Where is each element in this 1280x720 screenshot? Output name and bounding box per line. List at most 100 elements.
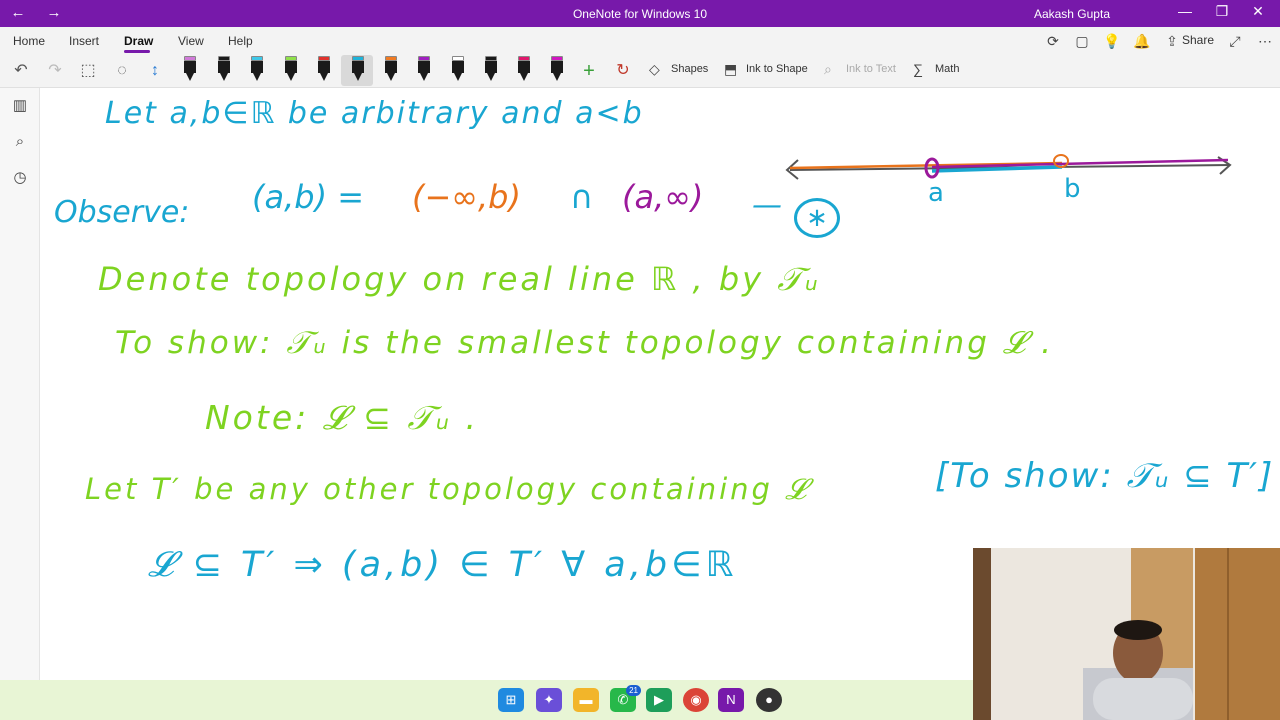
pen-body-icon bbox=[251, 61, 263, 73]
pen-11[interactable] bbox=[516, 56, 532, 82]
add-space-icon[interactable]: ↕ bbox=[143, 60, 167, 82]
pen-tip-icon bbox=[454, 73, 462, 81]
tab-insert[interactable]: Insert bbox=[69, 34, 99, 48]
user-name[interactable]: Aakash Gupta bbox=[1034, 7, 1110, 21]
shapes-icon: ◇ bbox=[649, 61, 660, 77]
webcam-image bbox=[973, 548, 1280, 720]
ink-to-text-button[interactable]: Ink to Text bbox=[846, 63, 896, 75]
restore-button[interactable]: ❐ bbox=[1204, 3, 1240, 20]
share-button[interactable]: Share bbox=[1182, 33, 1214, 47]
file-explorer-icon[interactable]: ▬ bbox=[573, 688, 599, 712]
ink-to-show-bracket: [To show: 𝒯ᵤ ⊆ T′] bbox=[935, 456, 1275, 496]
whatsapp-icon[interactable]: ✆ 21 bbox=[610, 685, 641, 712]
undo-icon[interactable]: ↶ bbox=[9, 60, 33, 82]
obs-icon[interactable]: ● bbox=[756, 688, 782, 712]
active-tab-indicator bbox=[124, 50, 150, 53]
pen-6[interactable] bbox=[350, 56, 366, 82]
pages-icon[interactable]: ▢ bbox=[1071, 31, 1093, 51]
ink-denote: Denote topology on real line ℝ , by 𝒯ᵤ bbox=[98, 260, 821, 298]
pen-tip-icon bbox=[387, 73, 395, 81]
pen-3[interactable] bbox=[249, 56, 265, 82]
onenote-taskbar-icon[interactable]: N bbox=[718, 688, 744, 712]
windows-start-icon[interactable]: ⊞ bbox=[498, 688, 524, 712]
ink-observe-cap: ∩ bbox=[570, 178, 594, 216]
ink-numline-a: a bbox=[928, 178, 944, 208]
pen-body-icon bbox=[518, 61, 530, 73]
ink-observe-a-inf: (a,∞) bbox=[622, 178, 704, 216]
ink-replay-icon[interactable]: ↻ bbox=[611, 60, 635, 82]
sync-icon[interactable]: ⟳ bbox=[1042, 31, 1064, 51]
ink-to-text-icon: ⌕ bbox=[824, 61, 832, 77]
pen-tip-icon bbox=[487, 73, 495, 81]
pen-tip-icon bbox=[186, 73, 194, 81]
tab-home[interactable]: Home bbox=[13, 34, 45, 48]
pen-9[interactable] bbox=[450, 56, 466, 82]
pen-body-icon bbox=[352, 61, 364, 73]
lasso-select-icon[interactable]: ⬚ bbox=[76, 60, 100, 82]
ink-let-t-prime: Let T′ be any other topology containing … bbox=[85, 472, 810, 506]
add-pen-icon[interactable]: + bbox=[577, 60, 601, 82]
math-button[interactable]: Math bbox=[935, 63, 959, 75]
more-icon[interactable]: ⋯ bbox=[1254, 31, 1276, 51]
pen-tip-icon bbox=[320, 73, 328, 81]
meet-icon[interactable]: ▶ bbox=[646, 688, 672, 712]
notebooks-icon[interactable]: ▥ bbox=[8, 94, 32, 118]
pen-body-icon bbox=[318, 61, 330, 73]
pen-5[interactable] bbox=[316, 56, 332, 82]
ink-observe-minus-inf: (−∞,b) bbox=[412, 178, 521, 216]
ink-note: Note: 𝓛 ⊆ 𝒯ᵤ . bbox=[205, 398, 479, 437]
close-button[interactable]: ✕ bbox=[1240, 3, 1276, 20]
ink-dash: — bbox=[752, 188, 782, 223]
ink-line-let-ab: Let a,b∈ℝ be arbitrary and a<b bbox=[105, 96, 644, 131]
pen-body-icon bbox=[452, 61, 464, 73]
bell-icon[interactable]: 🔔 bbox=[1131, 31, 1153, 51]
title-bar: ← → OneNote for Windows 10 Aakash Gupta … bbox=[0, 0, 1280, 27]
shapes-button[interactable]: Shapes bbox=[671, 63, 708, 75]
recent-icon[interactable]: ◷ bbox=[8, 166, 32, 190]
pen-body-icon bbox=[218, 61, 230, 73]
pen-tip-icon bbox=[354, 73, 362, 81]
pen-body-icon bbox=[184, 61, 196, 73]
math-icon: ∑ bbox=[913, 61, 923, 77]
pen-10[interactable] bbox=[483, 56, 499, 82]
ink-implies-line: 𝓛 ⊆ T′ ⇒ (a,b) ∈ T′ ∀ a,b∈ℝ bbox=[148, 545, 738, 585]
pen-body-icon bbox=[285, 61, 297, 73]
pen-body-icon bbox=[385, 61, 397, 73]
redo-icon[interactable]: ↷ bbox=[43, 60, 67, 82]
tab-draw[interactable]: Draw bbox=[124, 34, 153, 48]
search-icon[interactable]: ⌕ bbox=[8, 130, 32, 154]
pen-7[interactable] bbox=[383, 56, 399, 82]
pen-8[interactable] bbox=[416, 56, 432, 82]
ink-observe-lhs: (a,b) = bbox=[252, 178, 365, 216]
ink-to-show: To show: 𝒯ᵤ is the smallest topology con… bbox=[115, 325, 1054, 361]
pen-body-icon bbox=[485, 61, 497, 73]
tab-view[interactable]: View bbox=[178, 34, 204, 48]
pen-12[interactable] bbox=[549, 56, 565, 82]
pen-tip-icon bbox=[287, 73, 295, 81]
pen-body-icon bbox=[418, 61, 430, 73]
pen-4[interactable] bbox=[283, 56, 299, 82]
navigation-sidebar: ▥ ⌕ ◷ bbox=[0, 88, 40, 680]
minimize-button[interactable]: — bbox=[1167, 3, 1203, 19]
lasso-icon[interactable]: ◌ bbox=[110, 60, 134, 82]
pen-tip-icon bbox=[520, 73, 528, 81]
pen-tip-icon bbox=[553, 73, 561, 81]
pen-tip-icon bbox=[220, 73, 228, 81]
ink-numline-b: b bbox=[1064, 174, 1081, 204]
ink-to-shape-button[interactable]: Ink to Shape bbox=[746, 63, 808, 75]
pen-tip-icon bbox=[420, 73, 428, 81]
ink-to-shape-icon: ⬒ bbox=[724, 61, 738, 77]
pen-1[interactable] bbox=[182, 56, 198, 82]
pen-body-icon bbox=[551, 61, 563, 73]
copilot-icon[interactable]: ✦ bbox=[536, 688, 562, 712]
lightbulb-icon[interactable]: 💡 bbox=[1101, 31, 1123, 51]
tab-help[interactable]: Help bbox=[228, 34, 253, 48]
pen-2[interactable] bbox=[216, 56, 232, 82]
chrome-icon[interactable]: ◉ bbox=[683, 688, 709, 712]
expand-icon[interactable]: ⤢ bbox=[1224, 31, 1246, 51]
share-icon[interactable]: ⇪ bbox=[1161, 31, 1183, 51]
number-line bbox=[785, 154, 1232, 180]
webcam-overlay bbox=[973, 548, 1280, 720]
ink-observe-label: Observe: bbox=[54, 195, 190, 230]
pen-tip-icon bbox=[253, 73, 261, 81]
